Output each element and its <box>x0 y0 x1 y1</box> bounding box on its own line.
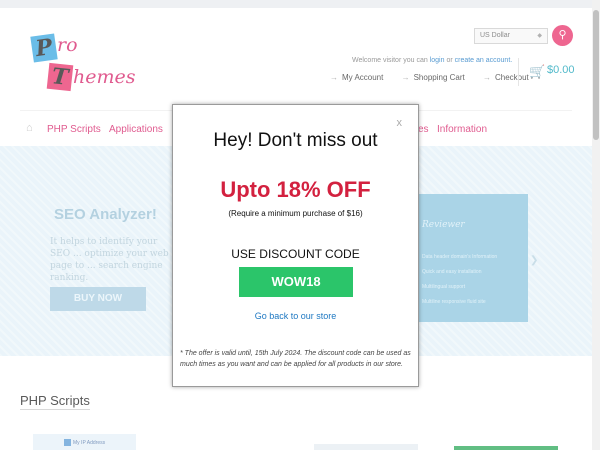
requirement-text: (Require a minimum purchase of $16) <box>228 209 363 218</box>
scrollbar-thumb[interactable] <box>593 10 599 140</box>
back-to-store-link[interactable]: Go back to our store <box>173 311 418 321</box>
page-scrollbar[interactable] <box>592 0 600 450</box>
discount-popup: x Hey! Don't miss out Upto 18% OFF (Requ… <box>172 104 419 387</box>
use-code-label: USE DISCOUNT CODE <box>231 247 360 261</box>
popup-heading: Hey! Don't miss out <box>213 130 378 151</box>
discount-code-button[interactable]: WOW18 <box>239 267 353 297</box>
offer-text: Upto 18% OFF <box>220 177 371 202</box>
fine-print: * The offer is valid until, 15th July 20… <box>180 350 411 368</box>
close-icon[interactable]: x <box>397 117 403 129</box>
